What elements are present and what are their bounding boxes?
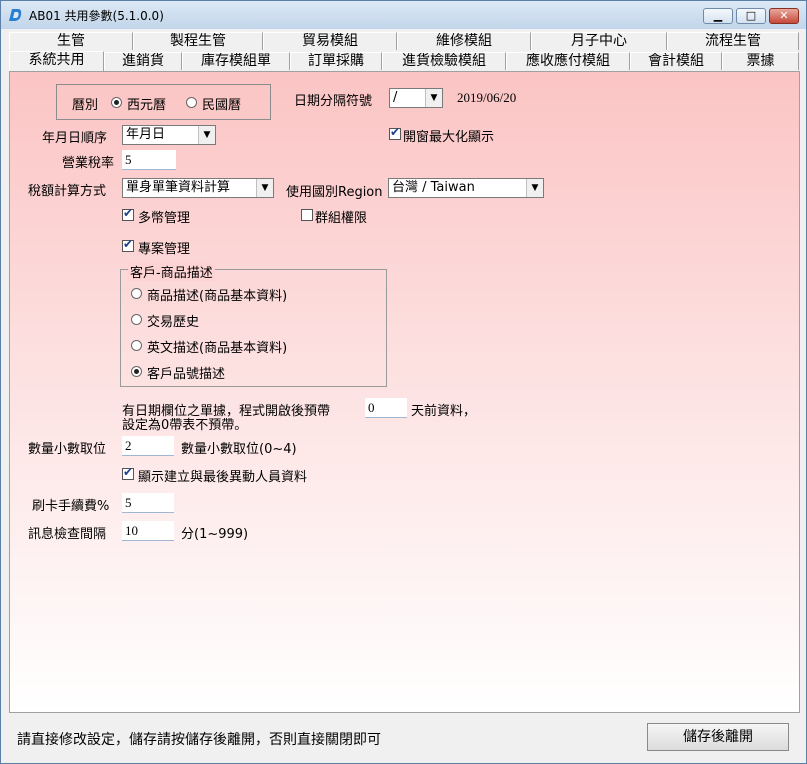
maximize-label[interactable]: 開窗最大化顯示 (403, 126, 494, 145)
msg-interval-hint: 分(1~999) (181, 527, 249, 542)
tab-sales[interactable]: 進銷貨 (104, 52, 182, 70)
tab-maintenance[interactable]: 維修模組 (397, 32, 531, 50)
calendar-western-radio[interactable] (111, 97, 122, 108)
tab-process-production[interactable]: 製程生管 (133, 32, 263, 50)
tax-method-label: 稅額計算方式 (28, 184, 107, 199)
minimize-icon: ▁ (713, 9, 723, 22)
region-select[interactable]: 台灣 / Taiwan ▼ (388, 178, 544, 198)
tab-production[interactable]: 生管 (9, 32, 133, 50)
tax-method-value: 單身單筆資料計算 (126, 180, 231, 195)
card-fee-label: 刷卡手續費% (32, 499, 110, 514)
qty-decimal-hint: 數量小數取位(0~4) (181, 442, 297, 457)
tax-rate-label: 營業稅率 (62, 156, 115, 171)
status-text: 請直接修改設定，儲存請按儲存後離開，否則直接關閉即可 (17, 732, 381, 748)
multi-currency-checkbox[interactable] (122, 206, 134, 221)
tab-inspection[interactable]: 進貨檢驗模組 (382, 52, 506, 70)
prefetch-text-suffix: 天前資料， (411, 404, 477, 419)
tab-confinement-center[interactable]: 月子中心 (531, 32, 667, 50)
tab-notes[interactable]: 票據 (722, 52, 799, 70)
tab-order-purchase[interactable]: 訂單採購 (290, 52, 382, 70)
tax-rate-input[interactable]: 5 (122, 150, 176, 170)
settings-panel: 曆別 西元曆 民國曆 日期分隔符號 / ▼ 2019/06/20 年月日順序 年… (9, 71, 800, 713)
multi-currency-label[interactable]: 多幣管理 (138, 207, 190, 226)
date-sample: 2019/06/20 (457, 90, 517, 105)
project-checkbox[interactable] (122, 237, 134, 252)
calendar-label: 曆別 (72, 98, 99, 113)
desc-option-product-radio[interactable] (131, 288, 142, 299)
app-logo-icon (9, 9, 22, 21)
date-separator-select[interactable]: / ▼ (389, 88, 443, 108)
maximize-button[interactable]: □ (736, 8, 766, 24)
prefetch-days-input[interactable]: 0 (365, 398, 407, 418)
show-creator-label[interactable]: 顯示建立與最後異動人員資料 (138, 466, 307, 485)
tab-accounting[interactable]: 會計模組 (630, 52, 722, 70)
chevron-down-icon: ▼ (425, 89, 442, 107)
minimize-button[interactable]: ▁ (703, 8, 733, 24)
desc-option-history-label[interactable]: 交易歷史 (147, 311, 199, 330)
tab-inventory[interactable]: 庫存模組單 (182, 52, 290, 70)
tab-flow-production[interactable]: 流程生管 (667, 32, 799, 50)
close-button[interactable]: ✕ (769, 8, 799, 24)
tab-receivable-payable[interactable]: 應收應付模組 (506, 52, 630, 70)
desc-option-english-label[interactable]: 英文描述(商品基本資料) (147, 337, 287, 356)
close-icon: ✕ (779, 9, 789, 22)
desc-option-product-label[interactable]: 商品描述(商品基本資料) (147, 285, 287, 304)
group-permission-label[interactable]: 群組權限 (315, 207, 367, 226)
tab-trade[interactable]: 貿易模組 (263, 32, 397, 50)
desc-option-history-radio[interactable] (131, 314, 142, 325)
msg-interval-label: 訊息檢查間隔 (28, 527, 107, 542)
qty-decimal-input[interactable]: 2 (122, 436, 174, 456)
chevron-down-icon: ▼ (526, 179, 543, 197)
date-order-select[interactable]: 年月日 ▼ (122, 125, 216, 145)
date-separator-value: / (393, 90, 398, 105)
desc-option-customer-radio[interactable] (131, 366, 142, 377)
group-permission-checkbox[interactable] (301, 209, 313, 221)
calendar-roc-radio[interactable] (186, 97, 197, 108)
calendar-roc-label[interactable]: 民國曆 (202, 94, 241, 113)
maximize-checkbox[interactable] (389, 125, 401, 140)
window-title: AB01 共用參數(5.1.0.0) (29, 9, 164, 23)
chevron-down-icon: ▼ (198, 126, 215, 144)
date-separator-label: 日期分隔符號 (294, 94, 373, 109)
tax-method-select[interactable]: 單身單筆資料計算 ▼ (122, 178, 274, 198)
title-bar: AB01 共用參數(5.1.0.0) ▁ □ ✕ (1, 1, 806, 29)
card-fee-input[interactable]: 5 (122, 493, 174, 513)
prefetch-note: 設定為0帶表不預帶。 (122, 418, 248, 433)
show-creator-checkbox[interactable] (122, 465, 134, 480)
maximize-icon: □ (745, 9, 757, 22)
msg-interval-input[interactable]: 10 (122, 521, 174, 541)
date-order-label: 年月日順序 (42, 131, 108, 146)
desc-option-customer-label[interactable]: 客戶品號描述 (147, 363, 225, 382)
status-bar: 請直接修改設定，儲存請按儲存後離開，否則直接關閉即可 儲存後離開 (9, 719, 800, 755)
calendar-western-label[interactable]: 西元曆 (127, 94, 166, 113)
tab-system-common[interactable]: 系統共用 (9, 51, 104, 71)
qty-decimal-label: 數量小數取位 (28, 442, 107, 457)
region-label: 使用國別Region (286, 185, 383, 200)
desc-option-english-radio[interactable] (131, 340, 142, 351)
date-order-value: 年月日 (126, 127, 166, 142)
app-window: AB01 共用參數(5.1.0.0) ▁ □ ✕ 生管 製程生管 貿易模組 維修… (0, 0, 807, 764)
save-and-exit-button[interactable]: 儲存後離開 (647, 723, 789, 751)
description-group-title: 客戶-商品描述 (128, 262, 215, 281)
project-label[interactable]: 專案管理 (138, 238, 190, 257)
chevron-down-icon: ▼ (256, 179, 273, 197)
region-value: 台灣 / Taiwan (392, 180, 475, 195)
